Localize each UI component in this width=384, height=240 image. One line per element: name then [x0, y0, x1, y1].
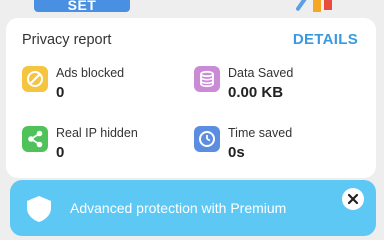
stat-label: Real IP hidden — [56, 126, 138, 140]
card-title: Privacy report — [22, 32, 112, 48]
promo-text: Advanced protection with Premium — [70, 200, 287, 216]
shield-icon — [24, 194, 54, 229]
privacy-report-card: Privacy report DETAILS Ads blocked 0 Dat… — [6, 18, 376, 178]
stat-label: Data Saved — [228, 66, 294, 80]
share-icon — [22, 126, 48, 152]
stat-value: 0s — [228, 144, 245, 161]
database-icon — [194, 66, 220, 92]
close-button[interactable] — [342, 188, 364, 210]
clock-icon — [194, 126, 220, 152]
stat-label: Ads blocked — [56, 66, 125, 80]
decorative-line — [295, 0, 309, 12]
details-link[interactable]: DETAILS — [293, 31, 358, 48]
set-button[interactable]: SET — [34, 0, 130, 13]
stat-label: Time saved — [228, 126, 293, 140]
block-icon — [22, 66, 48, 92]
stat-value: 0 — [56, 84, 65, 101]
close-icon — [347, 193, 359, 205]
stat-value: 0.00 KB — [228, 84, 284, 101]
decorative-bar-red — [324, 0, 332, 10]
premium-promo-banner[interactable]: Advanced protection with Premium — [10, 180, 376, 236]
stat-value: 0 — [56, 144, 65, 161]
decorative-bar-orange — [313, 0, 321, 12]
